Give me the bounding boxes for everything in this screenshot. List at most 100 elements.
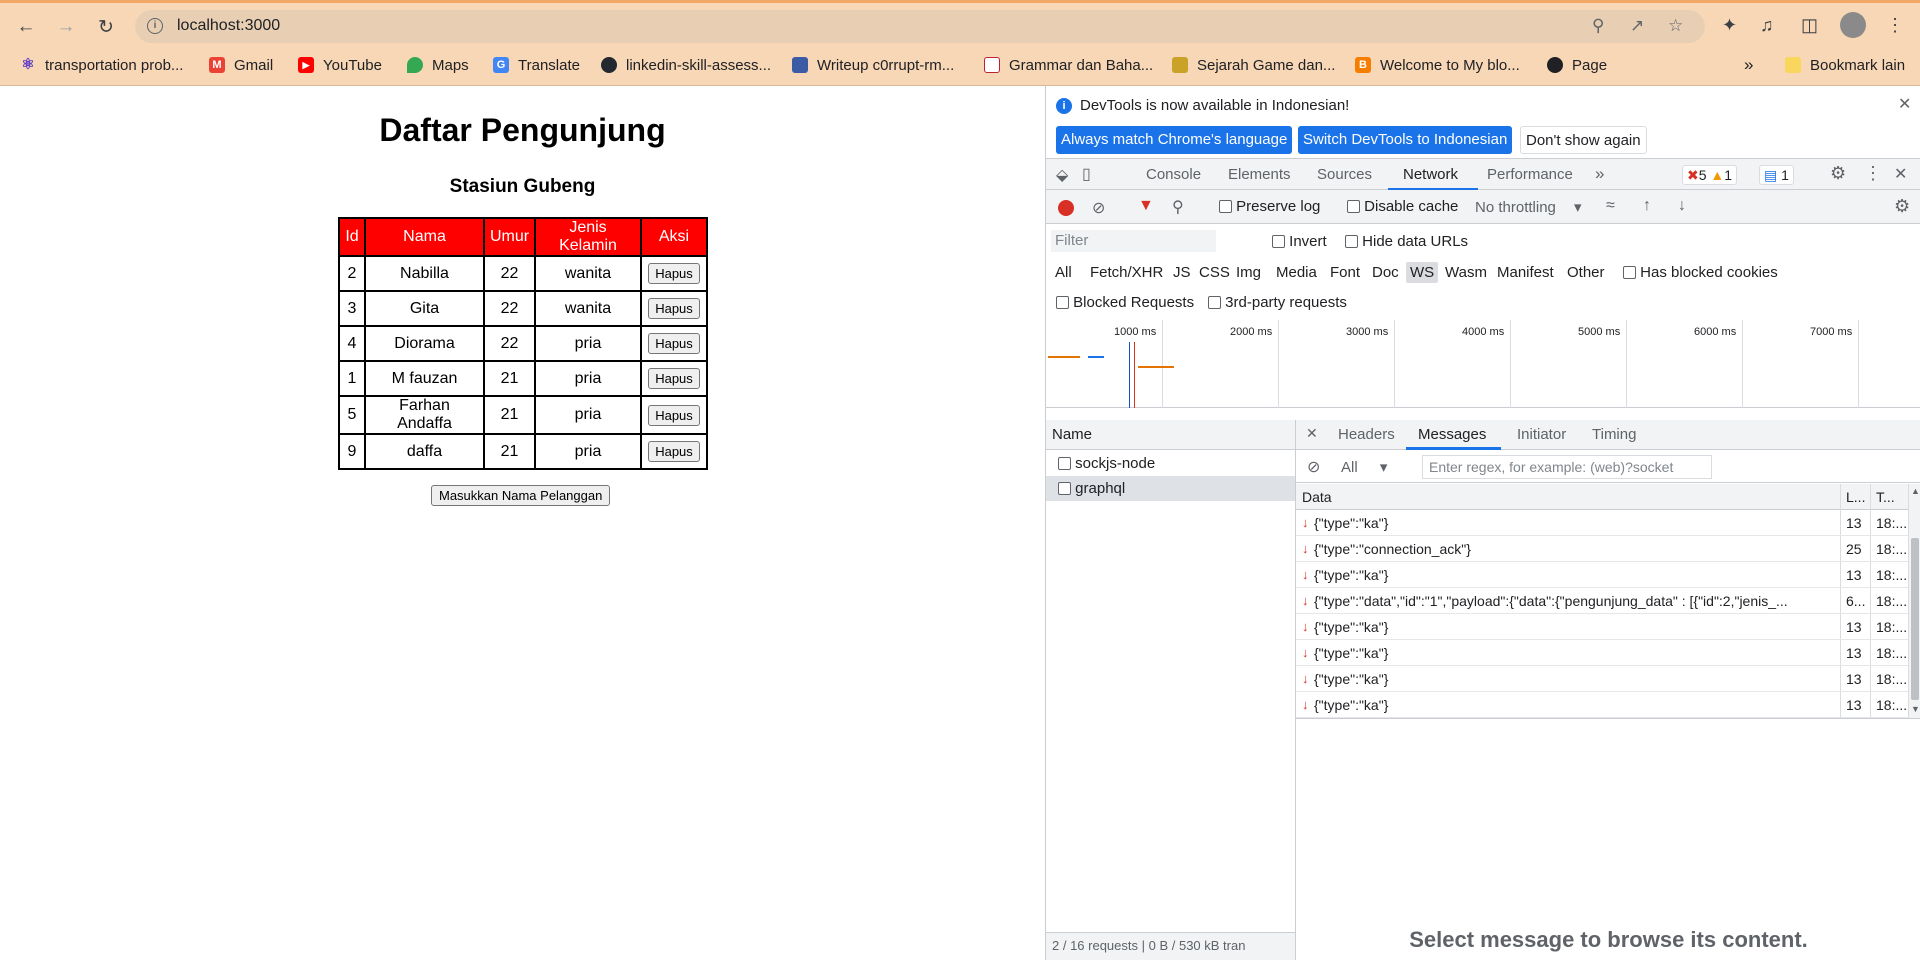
bookmark-item[interactable]: G Translate: [493, 55, 580, 75]
export-har-icon[interactable]: ↓: [1678, 197, 1686, 215]
inspect-icon[interactable]: ⬙: [1056, 165, 1068, 185]
close-devtools-icon[interactable]: ✕: [1894, 164, 1907, 184]
back-icon[interactable]: ←: [12, 13, 40, 41]
type-filter-ws[interactable]: WS: [1406, 262, 1439, 283]
forward-icon[interactable]: →: [52, 13, 80, 41]
type-filter-media[interactable]: Media: [1276, 264, 1317, 281]
has-blocked-cookies-checkbox[interactable]: Has blocked cookies: [1623, 264, 1778, 281]
bookmark-item[interactable]: M Gmail: [209, 55, 273, 75]
bookmark-item[interactable]: B Welcome to My blo...: [1355, 55, 1520, 75]
import-har-icon[interactable]: ↑: [1643, 197, 1651, 215]
message-row[interactable]: ↓ {"type":"ka"} 13 18:...: [1296, 614, 1908, 640]
record-icon[interactable]: [1058, 200, 1074, 216]
type-filter-all[interactable]: All: [1055, 264, 1072, 281]
messages-scrollbar[interactable]: ▲ ▼: [1908, 484, 1920, 718]
side-panel-icon[interactable]: ◫: [1801, 15, 1818, 36]
close-icon[interactable]: ✕: [1898, 94, 1911, 114]
blocked-requests-checkbox[interactable]: Blocked Requests: [1056, 294, 1194, 311]
tab-network[interactable]: Network: [1403, 166, 1458, 183]
close-detail-icon[interactable]: ✕: [1306, 425, 1318, 442]
tab-initiator[interactable]: Initiator: [1517, 426, 1566, 443]
delete-button[interactable]: Hapus: [648, 404, 700, 426]
avatar[interactable]: [1840, 12, 1866, 38]
scroll-up-icon[interactable]: ▲: [1911, 486, 1920, 496]
clear-icon[interactable]: ⊘: [1092, 198, 1105, 218]
message-filter-select[interactable]: All ▾: [1341, 458, 1387, 476]
more-tabs-chevron[interactable]: »: [1595, 164, 1604, 184]
search-icon[interactable]: ⚲: [1172, 197, 1184, 217]
bookmark-item[interactable]: Maps: [407, 55, 469, 75]
throttling-select[interactable]: No throttling ▾: [1475, 198, 1582, 216]
message-row[interactable]: ↓ {"type":"ka"} 13 18:...: [1296, 692, 1908, 718]
star-icon[interactable]: ☆: [1668, 16, 1683, 36]
share-icon[interactable]: ↗: [1630, 16, 1644, 36]
time-column-header[interactable]: T...: [1870, 484, 1895, 510]
clear-messages-icon[interactable]: ⊘: [1307, 457, 1320, 477]
tab-console[interactable]: Console: [1146, 166, 1201, 183]
tab-sources[interactable]: Sources: [1317, 166, 1372, 183]
scroll-down-icon[interactable]: ▼: [1911, 704, 1920, 714]
tab-elements[interactable]: Elements: [1228, 166, 1291, 183]
hide-data-urls-checkbox[interactable]: Hide data URLs: [1345, 233, 1468, 250]
name-column-header[interactable]: Name: [1046, 420, 1295, 450]
message-row[interactable]: ↓ {"type":"ka"} 13 18:...: [1296, 640, 1908, 666]
media-icon[interactable]: ♫: [1760, 15, 1774, 36]
add-visitor-button[interactable]: Masukkan Nama Pelanggan: [431, 485, 611, 506]
more-bookmarks-chevron[interactable]: »: [1744, 55, 1753, 75]
message-row[interactable]: ↓ {"type":"ka"} 13 18:...: [1296, 562, 1908, 588]
match-language-button[interactable]: Always match Chrome's language: [1056, 126, 1293, 154]
device-toolbar-icon[interactable]: ▯: [1082, 164, 1091, 184]
type-filter-font[interactable]: Font: [1330, 264, 1360, 281]
network-settings-icon[interactable]: ⚙: [1894, 196, 1910, 217]
type-filter-fetch[interactable]: Fetch/XHR: [1090, 264, 1163, 281]
url-text[interactable]: localhost:3000: [177, 17, 280, 35]
menu-icon[interactable]: ⋮: [1886, 15, 1904, 36]
type-filter-wasm[interactable]: Wasm: [1445, 264, 1487, 281]
type-filter-doc[interactable]: Doc: [1372, 264, 1399, 281]
reload-icon[interactable]: ↻: [92, 13, 120, 41]
bookmark-item[interactable]: Writeup c0rrupt-rm...: [792, 55, 954, 75]
dont-show-again-button[interactable]: Don't show again: [1520, 126, 1647, 154]
bookmark-item[interactable]: ⚛ transportation prob...: [20, 55, 183, 75]
type-filter-manifest[interactable]: Manifest: [1497, 264, 1554, 281]
bookmark-item[interactable]: Grammar dan Baha...: [984, 55, 1153, 75]
type-filter-js[interactable]: JS: [1173, 264, 1191, 281]
bookmark-item[interactable]: linkedin-skill-assess...: [601, 55, 771, 75]
network-overview-timeline[interactable]: 1000 ms 2000 ms 3000 ms 4000 ms 5000 ms …: [1046, 320, 1920, 408]
delete-button[interactable]: Hapus: [648, 368, 700, 389]
request-row[interactable]: sockjs-node: [1046, 451, 1295, 476]
delete-button[interactable]: Hapus: [648, 298, 700, 319]
tab-timing[interactable]: Timing: [1592, 426, 1636, 443]
delete-button[interactable]: Hapus: [648, 263, 700, 284]
request-row-selected[interactable]: graphql: [1046, 476, 1295, 501]
filter-input[interactable]: Filter: [1051, 230, 1216, 252]
site-info-icon[interactable]: i: [147, 18, 163, 34]
message-row[interactable]: ↓ {"type":"ka"} 13 18:...: [1296, 510, 1908, 536]
panel-divider[interactable]: [1296, 718, 1920, 721]
preserve-log-checkbox[interactable]: Preserve log: [1219, 198, 1320, 215]
type-filter-img[interactable]: Img: [1236, 264, 1261, 281]
filter-icon[interactable]: ▼: [1138, 197, 1154, 215]
bookmark-item[interactable]: ▶ YouTube: [298, 55, 382, 75]
type-filter-other[interactable]: Other: [1567, 264, 1605, 281]
issues-counter[interactable]: ✖5 ▲1: [1682, 165, 1738, 185]
scrollbar-thumb[interactable]: [1911, 538, 1919, 700]
bookmark-item[interactable]: Page: [1547, 55, 1607, 75]
delete-button[interactable]: Hapus: [648, 333, 700, 354]
data-column-header[interactable]: Data: [1302, 484, 1332, 510]
tab-headers[interactable]: Headers: [1338, 426, 1395, 443]
extensions-icon[interactable]: ✦: [1722, 15, 1737, 36]
switch-language-button[interactable]: Switch DevTools to Indonesian: [1298, 126, 1513, 154]
other-bookmarks[interactable]: Bookmark lain: [1785, 55, 1905, 75]
third-party-checkbox[interactable]: 3rd-party requests: [1208, 294, 1347, 311]
length-column-header[interactable]: L...: [1840, 484, 1865, 510]
invert-checkbox[interactable]: Invert: [1272, 233, 1327, 250]
tab-messages[interactable]: Messages: [1418, 426, 1486, 443]
zoom-icon[interactable]: ⚲: [1592, 16, 1604, 36]
bookmark-item[interactable]: Sejarah Game dan...: [1172, 55, 1335, 75]
message-row[interactable]: ↓ {"type":"data","id":"1","payload":{"dat…: [1296, 588, 1908, 614]
messages-counter[interactable]: ▤ 1: [1759, 165, 1794, 185]
type-filter-css[interactable]: CSS: [1199, 264, 1230, 281]
address-bar[interactable]: i localhost:3000 ⚲ ↗ ☆: [135, 10, 1705, 43]
message-row[interactable]: ↓ {"type":"connection_ack"} 25 18:...: [1296, 536, 1908, 562]
